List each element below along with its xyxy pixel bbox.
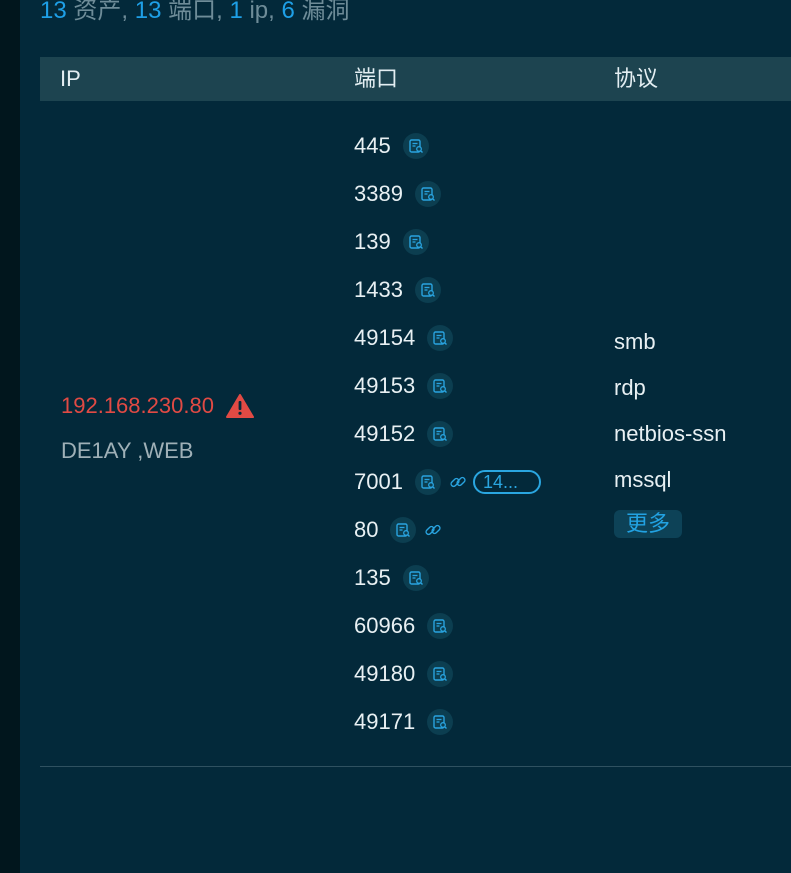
port-number: 139 — [354, 229, 391, 254]
port-number: 49154 — [354, 325, 416, 350]
header-ip: IP — [60, 66, 81, 91]
ip-count: 1 — [229, 0, 243, 24]
scan-detail-icon[interactable] — [427, 373, 454, 399]
assets-label: 资产, — [66, 0, 135, 24]
scan-detail-icon[interactable] — [414, 469, 441, 495]
scan-detail-icon[interactable] — [414, 181, 441, 207]
ports-count: 13 — [134, 0, 162, 24]
vuln-count: 6 — [281, 0, 295, 24]
port-row: 60966 — [354, 602, 541, 650]
port-number: 1433 — [354, 277, 403, 302]
port-row: 135 — [354, 554, 541, 602]
protocol-item: mssql — [614, 467, 672, 492]
protocol-item: rdp — [614, 375, 646, 400]
header-port: 端口 — [354, 66, 399, 91]
port-number: 135 — [354, 565, 391, 590]
ports-label: 端口, — [161, 0, 230, 24]
row-divider — [40, 766, 791, 767]
port-row: 49153 — [354, 362, 541, 410]
link-icon[interactable] — [447, 471, 469, 493]
port-row: 49171 — [354, 698, 541, 746]
hostnames: DE1AY ,WEB — [61, 438, 194, 463]
port-row: 49152 — [354, 410, 541, 458]
link-icon[interactable] — [422, 519, 444, 541]
port-row: 1433 — [354, 266, 541, 314]
left-edge-strip — [0, 0, 20, 873]
scan-detail-icon[interactable] — [427, 661, 454, 687]
scan-detail-icon[interactable] — [390, 517, 417, 543]
scan-detail-icon[interactable] — [414, 277, 441, 303]
port-list: 445 3389 139 1433 49154 49153 49152 7001… — [354, 122, 541, 746]
port-row: 7001 14... — [354, 458, 541, 506]
ip-cell: 192.168.230.80 DE1AY ,WEB — [61, 390, 254, 464]
ip-address-link[interactable]: 192.168.230.80 — [61, 393, 214, 419]
more-button[interactable]: 更多 — [614, 510, 683, 538]
port-number: 80 — [354, 517, 379, 542]
port-row: 49154 — [354, 314, 541, 362]
header-protocol: 协议 — [614, 66, 659, 91]
scan-detail-icon[interactable] — [427, 421, 454, 447]
scan-detail-icon[interactable] — [402, 565, 429, 591]
protocol-item: netbios-ssn — [614, 421, 727, 446]
ip-label: ip, — [242, 0, 282, 24]
port-row: 139 — [354, 218, 541, 266]
warning-icon[interactable] — [225, 393, 254, 419]
scan-detail-icon[interactable] — [427, 613, 454, 639]
protocol-item: smb — [614, 329, 656, 354]
port-number: 49153 — [354, 373, 416, 398]
vuln-label: 漏洞 — [294, 0, 350, 24]
port-number: 49180 — [354, 661, 416, 686]
port-number: 7001 — [354, 469, 403, 494]
port-row: 49180 — [354, 650, 541, 698]
scan-detail-icon[interactable] — [402, 229, 429, 255]
port-tag-pill[interactable]: 14... — [472, 470, 541, 494]
protocol-list: smb rdp netbios-ssn mssql 更多 — [614, 322, 727, 538]
port-number: 49171 — [354, 709, 416, 734]
port-number: 49152 — [354, 421, 416, 446]
port-number: 3389 — [354, 181, 403, 206]
table-header: IP 端口 协议 — [40, 57, 791, 101]
port-number: 445 — [354, 133, 391, 158]
assets-count: 13 — [40, 0, 67, 24]
port-number: 60966 — [354, 613, 416, 638]
scan-detail-icon[interactable] — [427, 709, 454, 735]
port-row: 3389 — [354, 170, 541, 218]
port-row: 445 — [354, 122, 541, 170]
scan-detail-icon[interactable] — [402, 133, 429, 159]
asset-summary: 13 资产, 13 端口, 1 ip, 6 漏洞 — [40, 0, 350, 28]
port-row: 80 — [354, 506, 541, 554]
scan-detail-icon[interactable] — [427, 325, 454, 351]
